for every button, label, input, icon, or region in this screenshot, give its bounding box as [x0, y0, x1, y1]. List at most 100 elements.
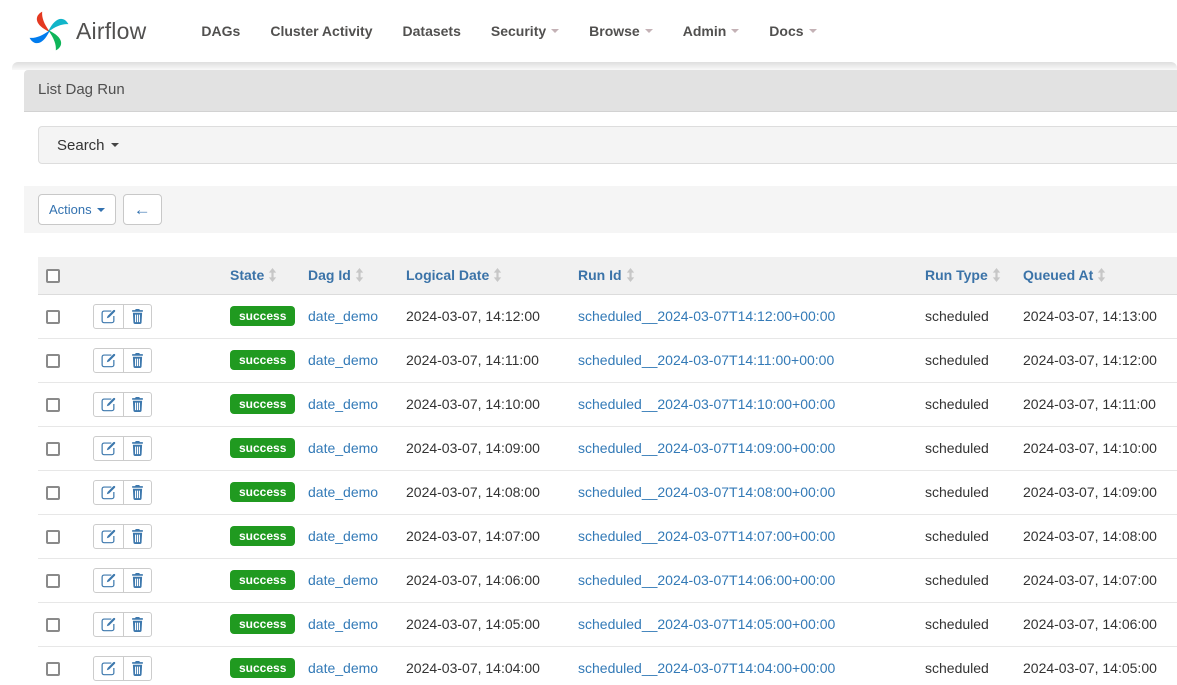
row-checkbox[interactable]	[46, 530, 60, 544]
edit-record-button[interactable]	[93, 436, 124, 461]
run-id-link[interactable]: scheduled__2024-03-07T14:09:00+00:00	[578, 440, 835, 456]
trash-icon	[131, 485, 144, 500]
back-arrow-icon: ←	[134, 201, 151, 218]
delete-record-button[interactable]	[123, 524, 152, 549]
run-type-value: scheduled	[925, 660, 989, 676]
column-header-run-id[interactable]: Run Id	[570, 257, 917, 294]
delete-record-button[interactable]	[123, 568, 152, 593]
search-collapse-toggle[interactable]: Search	[38, 126, 1177, 164]
edit-icon	[101, 529, 116, 544]
sort-icon[interactable]	[626, 268, 635, 282]
delete-record-button[interactable]	[123, 656, 152, 681]
delete-record-button[interactable]	[123, 392, 152, 417]
delete-record-button[interactable]	[123, 304, 152, 329]
edit-record-button[interactable]	[93, 612, 124, 637]
sort-icon[interactable]	[355, 268, 364, 282]
edit-record-button[interactable]	[93, 304, 124, 329]
run-id-link[interactable]: scheduled__2024-03-07T14:06:00+00:00	[578, 572, 835, 588]
edit-record-button[interactable]	[93, 568, 124, 593]
row-checkbox[interactable]	[46, 574, 60, 588]
column-header-state[interactable]: State	[222, 257, 300, 294]
column-header-logical-date[interactable]: Logical Date	[398, 257, 570, 294]
chevron-down-icon	[551, 29, 559, 33]
edit-icon	[101, 661, 116, 676]
column-header-run-type[interactable]: Run Type	[917, 257, 1015, 294]
logical-date-value: 2024-03-07, 14:05:00	[406, 616, 540, 632]
row-checkbox[interactable]	[46, 618, 60, 632]
trash-icon	[131, 441, 144, 456]
sort-icon[interactable]	[1097, 268, 1106, 282]
nav-dags[interactable]: DAGs	[186, 13, 255, 49]
edit-record-button[interactable]	[93, 348, 124, 373]
dag-id-link[interactable]: date_demo	[308, 440, 378, 456]
dag-id-link[interactable]: date_demo	[308, 660, 378, 676]
chevron-down-icon	[809, 29, 817, 33]
dag-id-link[interactable]: date_demo	[308, 572, 378, 588]
chevron-down-icon	[731, 29, 739, 33]
navbar-shadow	[12, 62, 1177, 70]
row-checkbox[interactable]	[46, 486, 60, 500]
nav-datasets[interactable]: Datasets	[388, 13, 476, 49]
status-badge: success	[230, 350, 295, 370]
airflow-brand[interactable]: Airflow	[28, 10, 146, 52]
row-action-buttons	[93, 612, 152, 637]
dag-id-link[interactable]: date_demo	[308, 352, 378, 368]
nav-dags-label: DAGs	[201, 23, 240, 39]
column-header-dag-id[interactable]: Dag Id	[300, 257, 398, 294]
nav-admin[interactable]: Admin	[668, 13, 755, 49]
dag-id-link[interactable]: date_demo	[308, 308, 378, 324]
run-id-link[interactable]: scheduled__2024-03-07T14:08:00+00:00	[578, 484, 835, 500]
select-all-checkbox[interactable]	[46, 269, 60, 283]
row-checkbox[interactable]	[46, 442, 60, 456]
edit-icon	[101, 573, 116, 588]
actions-dropdown-button[interactable]: Actions	[38, 194, 116, 225]
table-row: success date_demo 2024-03-07, 14:10:00 s…	[38, 382, 1177, 426]
nav-admin-label: Admin	[683, 23, 727, 39]
row-checkbox[interactable]	[46, 398, 60, 412]
back-button[interactable]: ←	[123, 194, 162, 225]
queued-at-value: 2024-03-07, 14:07:00	[1023, 572, 1157, 588]
status-badge: success	[230, 526, 295, 546]
airflow-pinwheel-icon	[28, 10, 70, 52]
delete-record-button[interactable]	[123, 480, 152, 505]
row-action-buttons	[93, 568, 152, 593]
column-header-queued-at[interactable]: Queued At	[1015, 257, 1177, 294]
sort-icon[interactable]	[268, 268, 277, 282]
delete-record-button[interactable]	[123, 436, 152, 461]
logical-date-value: 2024-03-07, 14:12:00	[406, 308, 540, 324]
delete-record-button[interactable]	[123, 612, 152, 637]
row-checkbox[interactable]	[46, 310, 60, 324]
logical-date-value: 2024-03-07, 14:04:00	[406, 660, 540, 676]
edit-record-button[interactable]	[93, 392, 124, 417]
sort-icon[interactable]	[992, 268, 1001, 282]
edit-record-button[interactable]	[93, 480, 124, 505]
sort-icon[interactable]	[493, 268, 502, 282]
list-dag-run-panel: List Dag Run Search Actions ←	[24, 70, 1177, 685]
nav-security[interactable]: Security	[476, 13, 574, 49]
navbar: Airflow DAGs Cluster Activity Datasets S…	[0, 0, 1177, 62]
run-type-value: scheduled	[925, 528, 989, 544]
run-id-link[interactable]: scheduled__2024-03-07T14:07:00+00:00	[578, 528, 835, 544]
nav-browse-label: Browse	[589, 23, 640, 39]
run-id-link[interactable]: scheduled__2024-03-07T14:12:00+00:00	[578, 308, 835, 324]
nav-cluster-activity[interactable]: Cluster Activity	[255, 13, 387, 49]
status-badge: success	[230, 614, 295, 634]
row-checkbox[interactable]	[46, 354, 60, 368]
dag-id-link[interactable]: date_demo	[308, 396, 378, 412]
dag-id-link[interactable]: date_demo	[308, 528, 378, 544]
nav-docs[interactable]: Docs	[754, 13, 831, 49]
run-id-link[interactable]: scheduled__2024-03-07T14:10:00+00:00	[578, 396, 835, 412]
dag-id-link[interactable]: date_demo	[308, 484, 378, 500]
run-id-link[interactable]: scheduled__2024-03-07T14:05:00+00:00	[578, 616, 835, 632]
edit-record-button[interactable]	[93, 656, 124, 681]
dag-id-link[interactable]: date_demo	[308, 616, 378, 632]
run-id-link[interactable]: scheduled__2024-03-07T14:11:00+00:00	[578, 352, 834, 368]
nav-browse[interactable]: Browse	[574, 13, 668, 49]
nav-docs-label: Docs	[769, 23, 803, 39]
run-id-link[interactable]: scheduled__2024-03-07T14:04:00+00:00	[578, 660, 835, 676]
trash-icon	[131, 617, 144, 632]
row-checkbox[interactable]	[46, 662, 60, 676]
run-type-header-label: Run Type	[925, 267, 988, 283]
delete-record-button[interactable]	[123, 348, 152, 373]
edit-record-button[interactable]	[93, 524, 124, 549]
